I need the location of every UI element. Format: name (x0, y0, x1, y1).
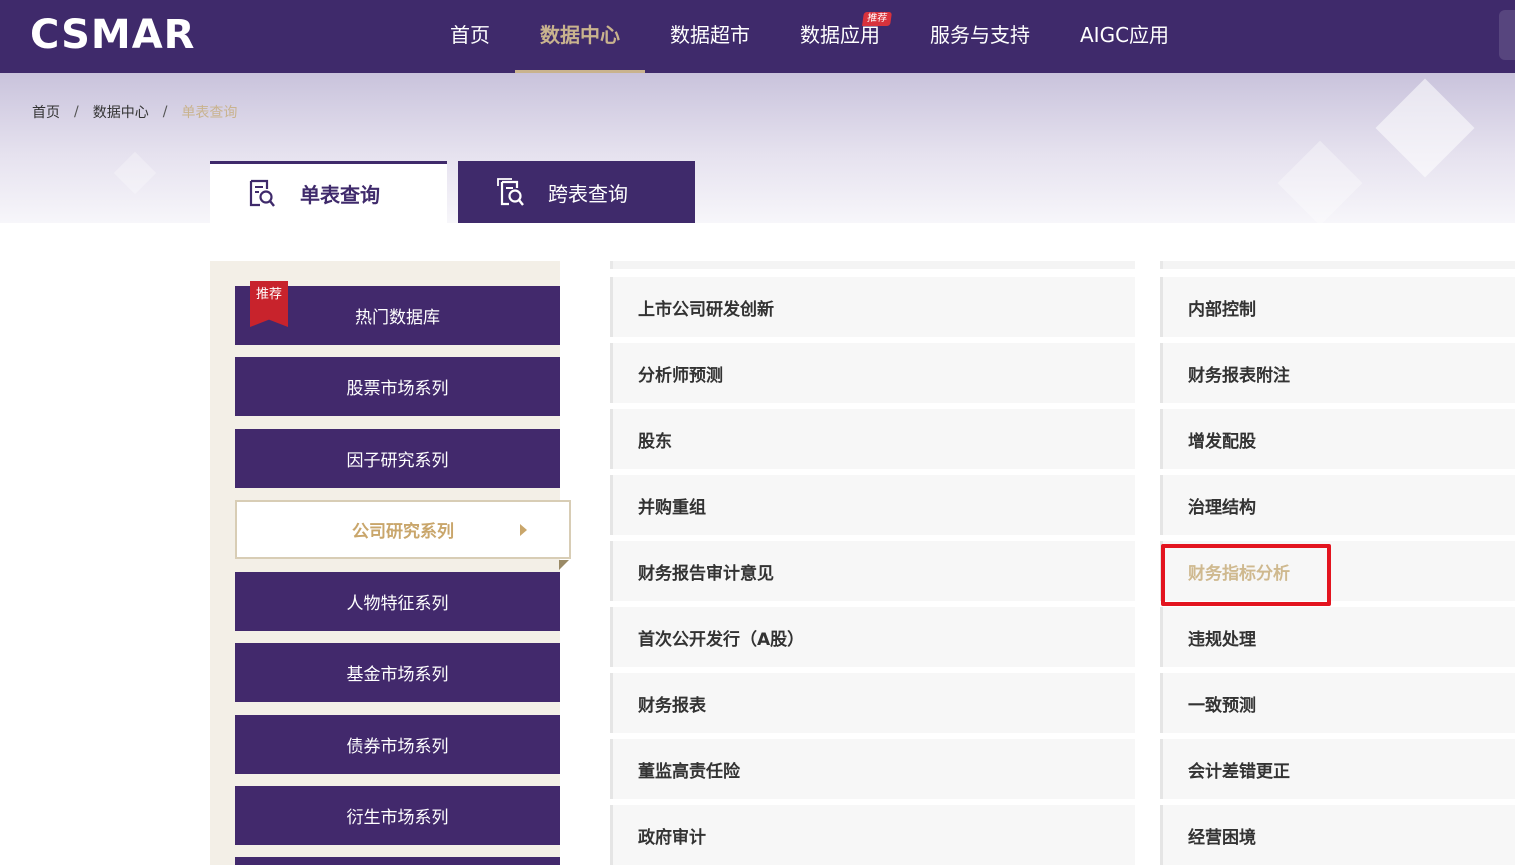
csmar-logo[interactable]: CSMAR (30, 10, 195, 60)
db-item[interactable]: 分析师预测 (610, 343, 1135, 403)
db-item[interactable]: 政府审计 (610, 805, 1135, 865)
db-item[interactable]: 内部控制 (1160, 277, 1515, 337)
breadcrumb-separator: / (162, 104, 168, 120)
list-top-edge (610, 261, 1135, 269)
breadcrumb-data-center[interactable]: 数据中心 (93, 102, 149, 122)
list-top-edge (1160, 261, 1515, 269)
recommend-badge: 推荐 (862, 12, 892, 26)
caret-right-icon (520, 524, 527, 536)
series-bond-market[interactable]: 债券市场系列 (235, 715, 560, 774)
db-item[interactable]: 财务报告审计意见 (610, 541, 1135, 601)
series-sidebar: 热门数据库 股票市场系列 因子研究系列 公司研究系列 人物特征系列 基金市场系列… (210, 261, 571, 865)
main-nav: 首页 数据中心 数据超市 数据应用 推荐 服务与支持 AIGC应用 (425, 0, 1194, 73)
db-item[interactable]: 增发配股 (1160, 409, 1515, 469)
nav-home[interactable]: 首页 (425, 0, 515, 73)
series-stock-market[interactable]: 股票市场系列 (235, 357, 560, 416)
series-factor-research[interactable]: 因子研究系列 (235, 429, 560, 488)
db-item[interactable]: 股东 (610, 409, 1135, 469)
nav-aigc[interactable]: AIGC应用 (1055, 0, 1194, 73)
breadcrumb-current: 单表查询 (181, 105, 238, 121)
breadcrumb-separator: / (74, 104, 79, 120)
banner-decoration (1375, 78, 1475, 178)
banner-decoration (113, 151, 157, 195)
db-item[interactable]: 财务报表 (610, 673, 1135, 733)
db-item[interactable]: 会计差错更正 (1160, 739, 1515, 799)
db-item[interactable]: 上市公司研发创新 (610, 277, 1135, 337)
db-item[interactable]: 经营困境 (1160, 805, 1515, 865)
active-fold-corner (559, 560, 569, 570)
nav-data-center[interactable]: 数据中心 (515, 0, 645, 73)
tab-single-label: 单表查询 (300, 183, 380, 207)
breadcrumb-home[interactable]: 首页 (32, 102, 60, 122)
db-item[interactable]: 治理结构 (1160, 475, 1515, 535)
series-company-research-label: 公司研究系列 (352, 522, 454, 542)
banner-decoration (1277, 140, 1363, 223)
page-banner: 首页 / 数据中心 / 单表查询 单表查询 跨表查询 (0, 73, 1515, 223)
nav-data-application[interactable]: 数据应用 推荐 (775, 0, 905, 73)
nav-data-market[interactable]: 数据超市 (645, 0, 775, 73)
tab-single-table-query[interactable]: 单表查询 (210, 161, 447, 223)
db-item[interactable]: 并购重组 (610, 475, 1135, 535)
db-item[interactable]: 违规处理 (1160, 607, 1515, 667)
tab-cross-label: 跨表查询 (548, 181, 628, 206)
multi-table-search-icon (497, 178, 524, 206)
db-item[interactable]: 董监高责任险 (610, 739, 1135, 799)
series-fund-market[interactable]: 基金市场系列 (235, 643, 560, 702)
db-item[interactable]: 财务报表附注 (1160, 343, 1515, 403)
nav-data-application-label: 数据应用 (800, 23, 880, 47)
nav-service-support[interactable]: 服务与支持 (905, 0, 1055, 73)
series-more[interactable] (235, 857, 560, 865)
highlight-annotation-box (1161, 544, 1331, 606)
table-search-icon (249, 179, 275, 207)
breadcrumb: 首页 / 数据中心 / 单表查询 (32, 102, 237, 122)
tab-cross-table-query[interactable]: 跨表查询 (458, 161, 695, 223)
series-derivatives-market[interactable]: 衍生市场系列 (235, 786, 560, 845)
series-person-characteristics[interactable]: 人物特征系列 (235, 572, 560, 631)
db-item[interactable]: 一致预测 (1160, 673, 1515, 733)
db-item[interactable]: 首次公开发行（A股） (610, 607, 1135, 667)
top-navbar: CSMAR 首页 数据中心 数据超市 数据应用 推荐 服务与支持 AIGC应用 (0, 0, 1515, 73)
side-float-tab[interactable] (1499, 10, 1515, 60)
series-company-research[interactable]: 公司研究系列 (235, 500, 571, 559)
